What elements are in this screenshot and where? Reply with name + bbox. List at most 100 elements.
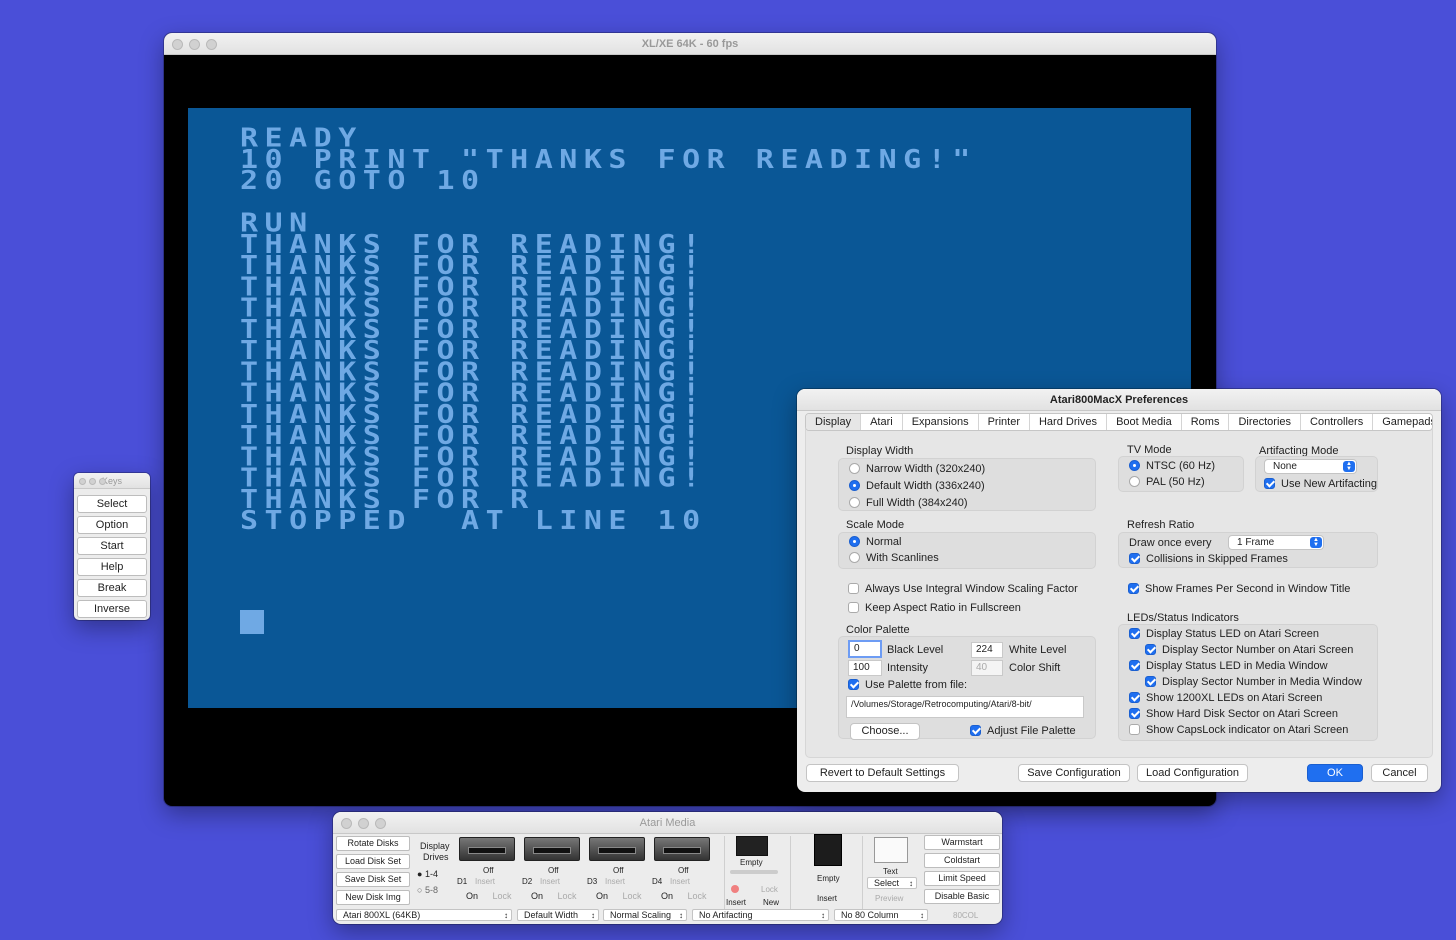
80-column-select[interactable]: No 80 Column [834, 909, 928, 921]
led-option-checkbox[interactable]: Show CapsLock indicator on Atari Screen [1129, 724, 1348, 736]
tab-roms[interactable]: Roms [1182, 414, 1230, 430]
minimize-icon[interactable] [89, 478, 96, 485]
emulator-titlebar[interactable]: XL/XE 64K - 60 fps [164, 33, 1216, 55]
keep-aspect-checkbox[interactable]: Keep Aspect Ratio in Fullscreen [848, 602, 1021, 614]
collisions-checkbox[interactable]: Collisions in Skipped Frames [1129, 553, 1288, 565]
tab-gamepads[interactable]: Gamepads [1373, 414, 1433, 430]
intensity-field[interactable]: 100 [848, 660, 882, 676]
revert-defaults-button[interactable]: Revert to Default Settings [806, 764, 959, 782]
led-option-checkbox[interactable]: Show Hard Disk Sector on Atari Screen [1129, 708, 1338, 720]
drive-lock-button[interactable]: Lock [553, 890, 581, 904]
led-option-checkbox[interactable]: Show 1200XL LEDs on Atari Screen [1129, 692, 1322, 704]
printer-select[interactable]: Select [867, 877, 917, 889]
use-palette-checkbox[interactable]: Use Palette from file: [848, 679, 967, 691]
tab-directories[interactable]: Directories [1229, 414, 1301, 430]
drive-on-button[interactable]: On [588, 890, 616, 904]
narrow-width-radio[interactable]: Narrow Width (320x240) [849, 463, 985, 475]
ntsc-radio[interactable]: NTSC (60 Hz) [1129, 460, 1215, 472]
new-disk-image-button[interactable]: New Disk Img [336, 890, 410, 905]
zoom-icon[interactable] [99, 478, 106, 485]
drive-insert-button[interactable]: Insert [670, 877, 690, 886]
scaling-select[interactable]: Normal Scaling [603, 909, 687, 921]
use-new-artifacting-checkbox[interactable]: Use New Artifacting [1264, 478, 1377, 490]
choose-palette-button[interactable]: Choose... [850, 723, 920, 740]
tab-expansions[interactable]: Expansions [903, 414, 979, 430]
drive-insert-button[interactable]: Insert [540, 877, 560, 886]
integral-scaling-checkbox[interactable]: Always Use Integral Window Scaling Facto… [848, 583, 1078, 595]
coldstart-button[interactable]: Coldstart [924, 853, 1000, 868]
drives-1-4-radio[interactable]: ● 1-4 [417, 869, 438, 879]
rotate-disks-button[interactable]: Rotate Disks [336, 836, 410, 851]
start-key-button[interactable]: Start [77, 537, 147, 555]
default-width-radio[interactable]: Default Width (336x240) [849, 480, 985, 492]
full-width-radio[interactable]: Full Width (384x240) [849, 497, 968, 509]
drive-on-button[interactable]: On [523, 890, 551, 904]
disk-drive-icon[interactable] [654, 837, 710, 861]
help-key-button[interactable]: Help [77, 558, 147, 576]
cartridge-insert-button[interactable]: Insert [817, 894, 837, 903]
keys-titlebar[interactable]: Keys [74, 473, 150, 489]
tab-controllers[interactable]: Controllers [1301, 414, 1373, 430]
black-level-field[interactable]: 0 [848, 640, 882, 658]
led-option-checkbox[interactable]: Display Sector Number in Media Window [1145, 676, 1362, 688]
option-key-button[interactable]: Option [77, 516, 147, 534]
led-option-checkbox[interactable]: Display Status LED in Media Window [1129, 660, 1328, 672]
show-fps-checkbox[interactable]: Show Frames Per Second in Window Title [1128, 583, 1350, 595]
select-key-button[interactable]: Select [77, 495, 147, 513]
zoom-icon[interactable] [375, 818, 386, 829]
scanlines-radio[interactable]: With Scanlines [849, 552, 939, 564]
color-shift-field[interactable]: 40 [971, 660, 1003, 676]
printer-preview-button[interactable]: Preview [875, 894, 903, 903]
drive-insert-button[interactable]: Insert [475, 877, 495, 886]
white-level-field[interactable]: 224 [971, 642, 1003, 658]
load-configuration-button[interactable]: Load Configuration [1137, 764, 1248, 782]
break-key-button[interactable]: Break [77, 579, 147, 597]
disable-basic-button[interactable]: Disable Basic [924, 889, 1000, 904]
ok-button[interactable]: OK [1307, 764, 1363, 782]
drive-insert-button[interactable]: Insert [605, 877, 625, 886]
tab-display[interactable]: Display [806, 414, 861, 430]
save-disk-set-button[interactable]: Save Disk Set [336, 872, 410, 887]
disk-drive-icon[interactable] [524, 837, 580, 861]
drive-on-button[interactable]: On [458, 890, 486, 904]
load-disk-set-button[interactable]: Load Disk Set [336, 854, 410, 869]
drive-lock-button[interactable]: Lock [618, 890, 646, 904]
tab-atari[interactable]: Atari [861, 414, 903, 430]
drives-5-8-radio[interactable]: ○ 5-8 [417, 885, 438, 895]
cassette-new-button[interactable]: New [763, 898, 779, 907]
cassette-slider[interactable] [730, 870, 778, 874]
drive-lock-button[interactable]: Lock [488, 890, 516, 904]
led-option-checkbox[interactable]: Display Status LED on Atari Screen [1129, 628, 1319, 640]
warmstart-button[interactable]: Warmstart [924, 835, 1000, 850]
cassette-insert-button[interactable]: Insert [726, 898, 746, 907]
disk-drive-icon[interactable] [459, 837, 515, 861]
close-icon[interactable] [79, 478, 86, 485]
cancel-button[interactable]: Cancel [1371, 764, 1428, 782]
artifacting-mode-select[interactable]: None▲▼ [1264, 459, 1357, 474]
frame-skip-select[interactable]: 1 Frame▲▼ [1228, 535, 1324, 550]
led-option-checkbox[interactable]: Display Sector Number on Atari Screen [1145, 644, 1353, 656]
tab-boot-media[interactable]: Boot Media [1107, 414, 1182, 430]
tab-hard-drives[interactable]: Hard Drives [1030, 414, 1107, 430]
palette-path-field[interactable]: /Volumes/Storage/Retrocomputing/Atari/8-… [846, 696, 1084, 718]
inverse-key-button[interactable]: Inverse [77, 600, 147, 618]
cassette-lock-label[interactable]: Lock [761, 885, 778, 894]
display-width-select[interactable]: Default Width [517, 909, 599, 921]
drive-lock-button[interactable]: Lock [683, 890, 711, 904]
minimize-icon[interactable] [189, 39, 200, 50]
pal-radio[interactable]: PAL (50 Hz) [1129, 476, 1205, 488]
media-titlebar[interactable]: Atari Media [333, 812, 1002, 834]
adjust-palette-checkbox[interactable]: Adjust File Palette [970, 725, 1076, 737]
normal-scale-radio[interactable]: Normal [849, 536, 901, 548]
save-configuration-button[interactable]: Save Configuration [1018, 764, 1130, 782]
minimize-icon[interactable] [358, 818, 369, 829]
disk-drive-icon[interactable] [589, 837, 645, 861]
limit-speed-button[interactable]: Limit Speed [924, 871, 1000, 886]
close-icon[interactable] [341, 818, 352, 829]
zoom-icon[interactable] [206, 39, 217, 50]
tab-printer[interactable]: Printer [979, 414, 1030, 430]
preferences-titlebar[interactable]: Atari800MacX Preferences [797, 389, 1441, 411]
drive-on-button[interactable]: On [653, 890, 681, 904]
artifacting-select[interactable]: No Artifacting [692, 909, 829, 921]
close-icon[interactable] [172, 39, 183, 50]
